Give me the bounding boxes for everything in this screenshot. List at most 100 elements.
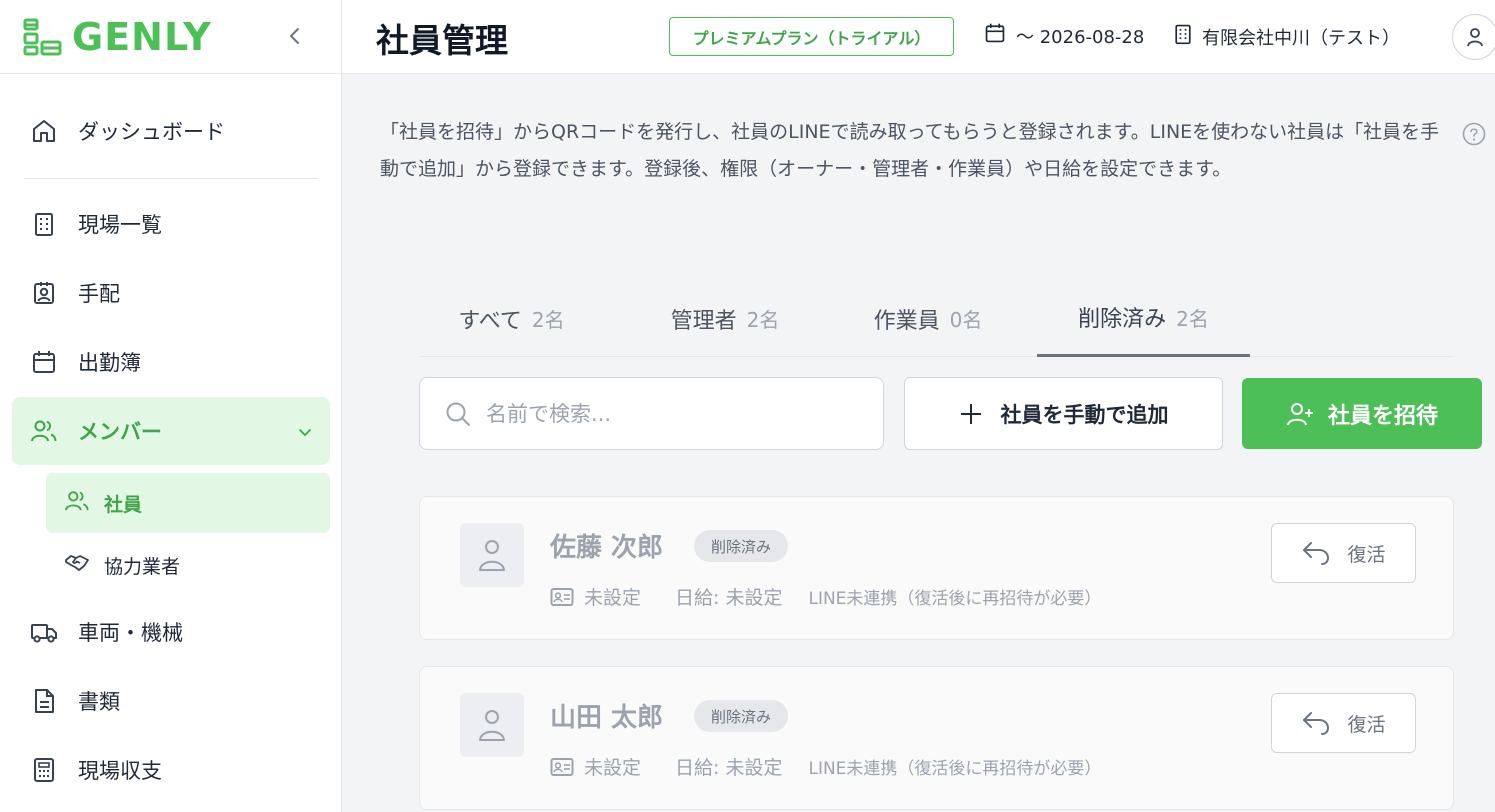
brand-header: GENLY xyxy=(0,0,341,74)
search-input[interactable] xyxy=(486,401,846,426)
sidebar-item-arrangement[interactable]: 手配 xyxy=(12,259,330,327)
tab-count: 2名 xyxy=(531,308,565,332)
building-icon xyxy=(30,210,58,238)
tab-all[interactable]: すべて 2名 xyxy=(419,280,604,357)
sidebar-item-label: 現場一覧 xyxy=(78,213,162,237)
restore-button[interactable]: 復活 xyxy=(1271,693,1416,753)
employee-card: 山田 太郎 削除済み 未設定 日給: 未設定 LINE未連携（復活後に再招待が必… xyxy=(419,666,1454,810)
users-icon xyxy=(64,489,90,518)
tab-workers[interactable]: 作業員 0名 xyxy=(833,280,1023,357)
tab-count: 0名 xyxy=(949,308,983,332)
chevron-left-icon xyxy=(290,28,299,44)
search-icon xyxy=(446,402,470,426)
sidebar-item-label: 車両・機械 xyxy=(78,621,183,645)
calendar-icon xyxy=(984,22,1006,49)
employee-wage: 日給: 未設定 xyxy=(675,757,783,779)
employee-role-value: 未設定 xyxy=(584,587,642,609)
employee-wage: 日給: 未設定 xyxy=(675,587,783,609)
sidebar-item-documents[interactable]: 書類 xyxy=(12,667,330,735)
sidebar-subitem-employees[interactable]: 社員 xyxy=(46,473,330,533)
sidebar-item-site-finance[interactable]: 現場収支 xyxy=(12,736,330,804)
tab-label: 削除済み xyxy=(1078,307,1167,332)
employee-name: 山田 太郎 xyxy=(550,703,664,733)
add-employee-manually-button[interactable]: 社員を手動で追加 xyxy=(904,377,1223,450)
sidebar-collapse-button[interactable] xyxy=(283,24,307,48)
user-icon xyxy=(1467,28,1483,47)
id-card-icon xyxy=(550,757,574,776)
undo-icon xyxy=(1303,712,1330,735)
sidebar-item-label: 手配 xyxy=(78,282,120,306)
tab-deleted[interactable]: 削除済み 2名 xyxy=(1037,280,1250,357)
nav-divider xyxy=(24,178,318,179)
sidebar-item-label: ダッシュボード xyxy=(78,120,225,144)
sidebar-item-sites[interactable]: 現場一覧 xyxy=(12,190,330,258)
avatar xyxy=(460,523,524,587)
status-badge: 削除済み xyxy=(694,700,789,732)
tab-admins[interactable]: 管理者 2名 xyxy=(625,280,825,357)
plan-badge[interactable]: プレミアムプラン（トライアル） xyxy=(669,17,954,56)
top-header: 社員管理 プレミアムプラン（トライアル） 〜 2026-08-28 有限会社中川… xyxy=(342,0,1495,74)
user-icon xyxy=(479,540,505,571)
employee-card: 佐藤 次郎 削除済み 未設定 日給: 未設定 LINE未連携（復活後に再招待が必… xyxy=(419,496,1454,640)
user-menu-button[interactable] xyxy=(1452,14,1495,60)
company-name: 有限会社中川（テスト） xyxy=(1202,27,1400,49)
member-tabs: すべて 2名 管理者 2名 作業員 0名 削除済み 2名 xyxy=(419,280,1453,357)
tab-count: 2名 xyxy=(746,308,780,332)
invite-employee-button[interactable]: 社員を招待 xyxy=(1242,378,1482,449)
building-icon xyxy=(1172,22,1194,51)
user-icon xyxy=(479,710,505,741)
sidebar-item-attendance[interactable]: 出勤簿 xyxy=(12,328,330,396)
company-selector[interactable]: 有限会社中川（テスト） xyxy=(1172,22,1400,51)
calculator-icon xyxy=(30,756,58,784)
user-plus-icon xyxy=(1286,402,1313,425)
tab-count: 2名 xyxy=(1176,306,1209,331)
employee-role: 未設定 xyxy=(550,753,641,780)
sidebar: GENLY ダッシュボード 現場一覧 手配 出勤簿 メンバー 社員 協力業者 車… xyxy=(0,0,342,812)
undo-icon xyxy=(1303,542,1330,565)
status-badge: 削除済み xyxy=(694,530,789,562)
employee-line-status: LINE未連携（復活後に再招待が必要） xyxy=(808,759,1102,779)
add-employee-label: 社員を手動で追加 xyxy=(1000,402,1169,427)
truck-icon xyxy=(30,618,58,646)
restore-label: 復活 xyxy=(1347,713,1386,736)
sidebar-item-label: 出勤簿 xyxy=(78,351,141,375)
avatar xyxy=(460,693,524,757)
page-title: 社員管理 xyxy=(376,21,508,60)
sidebar-item-vehicles[interactable]: 車両・機械 xyxy=(12,598,330,666)
employee-line-status: LINE未連携（復活後に再招待が必要） xyxy=(808,589,1102,609)
restore-label: 復活 xyxy=(1347,543,1386,566)
chevron-down-icon xyxy=(298,419,312,443)
employee-role: 未設定 xyxy=(550,583,641,610)
plan-expiry-date: 〜 2026-08-28 xyxy=(1016,26,1145,48)
id-card-icon xyxy=(550,587,574,606)
sidebar-subitem-label: 協力業者 xyxy=(104,555,181,578)
employee-role-value: 未設定 xyxy=(584,757,642,779)
plus-icon xyxy=(960,403,981,424)
document-icon xyxy=(30,687,58,715)
help-icon[interactable] xyxy=(1462,122,1486,146)
tab-label: すべて xyxy=(458,308,522,334)
calendar-icon xyxy=(30,348,58,376)
sidebar-item-label: メンバー xyxy=(78,420,162,444)
invite-employee-label: 社員を招待 xyxy=(1327,403,1438,429)
id-badge-icon xyxy=(30,279,58,307)
sidebar-item-dashboard[interactable]: ダッシュボード xyxy=(12,97,330,165)
tab-label: 管理者 xyxy=(670,308,737,334)
sidebar-subitem-partners[interactable]: 協力業者 xyxy=(46,535,330,595)
sidebar-item-members[interactable]: メンバー xyxy=(12,397,330,465)
home-icon xyxy=(30,117,58,145)
employee-meta: 未設定 日給: 未設定 LINE未連携（復活後に再招待が必要） xyxy=(550,583,1101,610)
restore-button[interactable]: 復活 xyxy=(1271,523,1416,583)
employee-meta: 未設定 日給: 未設定 LINE未連携（復活後に再招待が必要） xyxy=(550,753,1101,780)
page-description: 「社員を招待」からQRコードを発行し、社員のLINEで読み取ってもらうと登録され… xyxy=(380,121,1440,180)
users-icon xyxy=(30,417,58,445)
sidebar-item-label: 現場収支 xyxy=(78,759,162,783)
brand-logo[interactable]: GENLY xyxy=(22,15,212,59)
sidebar-subitem-label: 社員 xyxy=(104,493,143,516)
handshake-icon xyxy=(64,551,90,580)
brand-name: GENLY xyxy=(72,14,212,59)
genly-logo-icon xyxy=(23,18,62,55)
plan-expiry: 〜 2026-08-28 xyxy=(984,22,1144,49)
employee-name: 佐藤 次郎 xyxy=(550,533,664,563)
search-box[interactable] xyxy=(419,377,884,450)
